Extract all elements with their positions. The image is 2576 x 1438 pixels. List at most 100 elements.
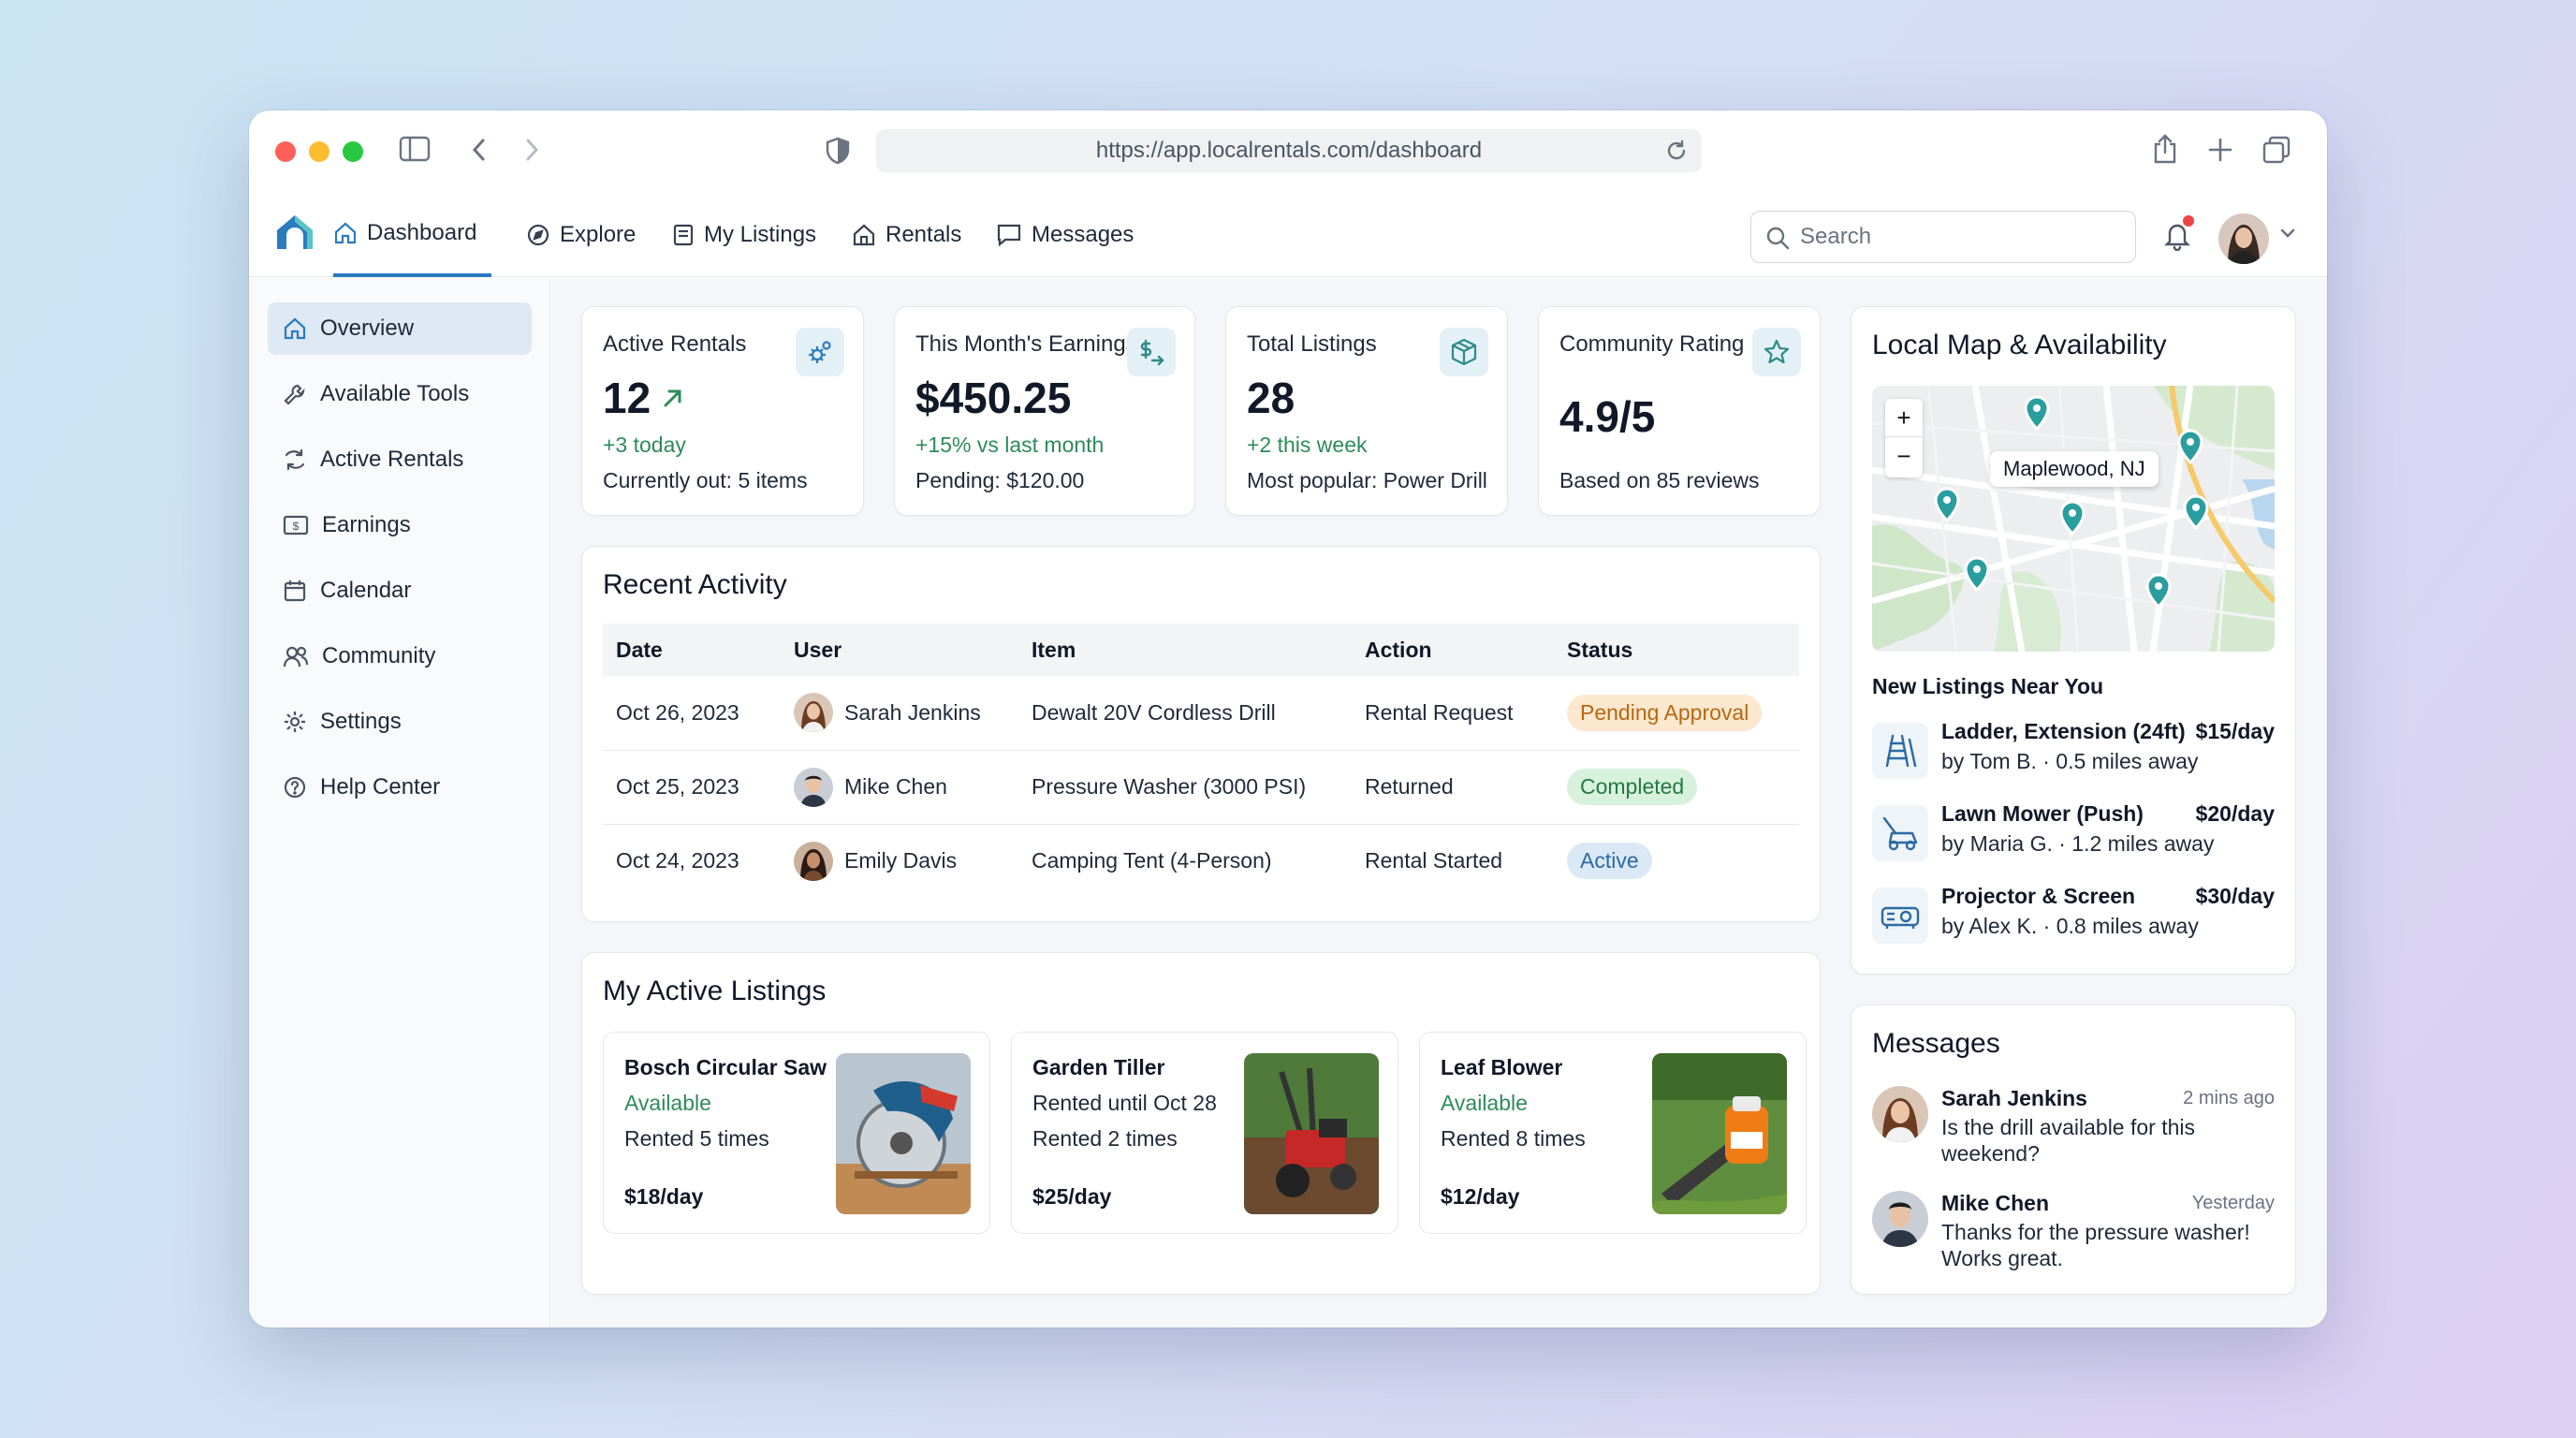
- stat-card-active-rentals[interactable]: Active Rentals 12 +3 today Currently out…: [581, 306, 864, 516]
- user-name: Sarah Jenkins: [844, 699, 981, 725]
- date-cell: Oct 26, 2023: [603, 676, 781, 751]
- user-cell: Mike Chen: [781, 750, 1018, 825]
- nav-my-listings[interactable]: My Listings: [672, 193, 816, 277]
- reload-icon[interactable]: [1664, 139, 1689, 169]
- stat-value-row: 28: [1247, 373, 1295, 423]
- app-logo[interactable]: [273, 212, 316, 259]
- close-window-button[interactable]: [275, 141, 296, 162]
- sidebar-item-available-tools[interactable]: Available Tools: [268, 368, 532, 420]
- nearby-listing-price: $30/day: [2195, 884, 2275, 908]
- notification-bell-icon[interactable]: [2162, 215, 2194, 256]
- listing-status: Available: [1441, 1091, 1528, 1115]
- sidebar-item-help-center[interactable]: Help Center: [268, 761, 532, 814]
- garden-tiller-photo: [1244, 1053, 1379, 1214]
- circular-saw-photo: [836, 1053, 971, 1214]
- sidebar-item-community[interactable]: Community: [268, 630, 532, 682]
- new-tab-icon[interactable]: [2207, 137, 2233, 163]
- table-row[interactable]: Oct 24, 2023 Emily Davis Camping Tent (4…: [603, 824, 1799, 898]
- nav-rentals[interactable]: Rentals: [852, 193, 961, 277]
- sidebar-item-earnings[interactable]: $ Earnings: [268, 499, 532, 551]
- forward-icon[interactable]: [522, 137, 541, 163]
- listing-card[interactable]: Leaf Blower Available Rented 8 times $12…: [1419, 1032, 1807, 1234]
- stat-card-earnings[interactable]: This Month's Earnings $450.25 +15% vs la…: [894, 306, 1195, 516]
- search-input[interactable]: Search: [1750, 211, 2136, 263]
- stat-label: Community Rating: [1559, 331, 1745, 357]
- column-header: Item: [1032, 637, 1076, 662]
- user-avatar: [794, 841, 833, 881]
- table-row[interactable]: Oct 26, 2023 Sarah Jenkins Dewalt 20V Co…: [603, 676, 1799, 751]
- zoom-in-button[interactable]: +: [1885, 399, 1923, 437]
- gear-share-icon: [796, 328, 844, 376]
- window-controls: [275, 141, 363, 162]
- stat-label: Total Listings: [1247, 331, 1377, 357]
- maximize-window-button[interactable]: [343, 141, 363, 162]
- nearby-listing-item[interactable]: Ladder, Extension (24ft) by Tom B. · 0.5…: [1872, 715, 2275, 786]
- chat-icon: [997, 224, 1021, 247]
- listing-rented-count: Rented 5 times: [624, 1126, 769, 1151]
- minimize-window-button[interactable]: [309, 141, 329, 162]
- sidebar-item-settings[interactable]: Settings: [268, 696, 532, 748]
- back-icon[interactable]: [470, 137, 489, 163]
- stat-card-community-rating[interactable]: Community Rating 4.9/5 Based on 85 revie…: [1538, 306, 1821, 516]
- new-listings-heading: New Listings Near You: [1872, 674, 2104, 698]
- nearby-listing-name: Projector & Screen: [1941, 884, 2136, 908]
- sidebar-item-overview[interactable]: Overview: [268, 302, 532, 355]
- star-icon: [1752, 328, 1801, 376]
- tabs-overview-icon[interactable]: [2261, 135, 2291, 165]
- sidebar-item-label: Earnings: [322, 512, 411, 537]
- sidebar-item-label: Available Tools: [320, 381, 470, 406]
- home-icon: [284, 317, 306, 340]
- status-cell: Pending Approval: [1554, 676, 1799, 751]
- listing-card[interactable]: Bosch Circular Saw Available Rented 5 ti…: [603, 1032, 990, 1234]
- sidebar-item-label: Help Center: [320, 774, 441, 800]
- nearby-listing-price: $20/day: [2195, 801, 2275, 826]
- stat-card-total-listings[interactable]: Total Listings 28 +2 this week Most popu…: [1225, 306, 1508, 516]
- stat-label: Active Rentals: [603, 331, 747, 357]
- user-avatar[interactable]: [2218, 213, 2269, 264]
- user-cell: Emily Davis: [781, 824, 1018, 898]
- nav-explore[interactable]: Explore: [526, 193, 636, 277]
- stat-value-row: 4.9/5: [1559, 391, 1655, 442]
- message-time: Yesterday: [2191, 1193, 2275, 1213]
- chevron-down-icon[interactable]: [2278, 227, 2297, 244]
- message-item[interactable]: Sarah Jenkins 2 mins ago Is the drill av…: [1872, 1086, 2275, 1180]
- sidebar-toggle-icon[interactable]: [399, 135, 431, 163]
- section-title: Recent Activity: [603, 569, 787, 600]
- shield-icon[interactable]: [826, 137, 850, 165]
- nearby-listing-item[interactable]: Projector & Screen by Alex K. · 0.8 mile…: [1872, 880, 2275, 951]
- nav-dashboard[interactable]: Dashboard: [333, 193, 492, 277]
- zoom-out-button[interactable]: −: [1885, 437, 1923, 475]
- date-cell: Oct 25, 2023: [603, 750, 781, 825]
- local-map-card: Local Map & Availability + − Maplewood, …: [1851, 306, 2296, 975]
- message-time: 2 mins ago: [2183, 1088, 2275, 1108]
- trend-up-icon: [664, 389, 681, 407]
- gear-icon: [285, 712, 305, 732]
- item-cell: Pressure Washer (3000 PSI): [1018, 750, 1352, 825]
- map-location-tooltip: Maplewood, NJ: [1990, 451, 2159, 487]
- browser-window: https://app.localrentals.com/dashboard D…: [249, 110, 2327, 1328]
- listing-name: Bosch Circular Saw: [624, 1055, 827, 1079]
- address-bar[interactable]: https://app.localrentals.com/dashboard: [876, 129, 1702, 172]
- sidebar-item-calendar[interactable]: Calendar: [268, 565, 532, 617]
- column-header: Date: [616, 637, 663, 662]
- status-badge: Pending Approval: [1567, 694, 1763, 731]
- message-item[interactable]: Mike Chen Yesterday Thanks for the press…: [1872, 1191, 2275, 1284]
- nav-messages[interactable]: Messages: [996, 193, 1134, 277]
- stat-delta: +2 this week: [1247, 433, 1368, 457]
- item-cell: Camping Tent (4-Person): [1032, 848, 1272, 873]
- share-icon[interactable]: [2151, 133, 2179, 165]
- help-icon: [284, 776, 306, 799]
- listing-name: Garden Tiller: [1032, 1055, 1165, 1079]
- projector-icon: [1872, 888, 1928, 944]
- nearby-listing-item[interactable]: Lawn Mower (Push) by Maria G. · 1.2 mile…: [1872, 798, 2275, 869]
- table-row[interactable]: Oct 25, 2023 Mike Chen Pressure Washer (…: [603, 750, 1799, 825]
- listing-status: Rented until Oct 28: [1032, 1091, 1217, 1115]
- local-map[interactable]: + − Maplewood, NJ: [1872, 386, 2275, 652]
- sidebar-item-active-rentals[interactable]: Active Rentals: [268, 433, 532, 486]
- app-header: Dashboard Explore My Listings Rentals Me…: [249, 193, 2327, 277]
- status-cell: Completed: [1554, 750, 1799, 825]
- map-canvas: [1872, 386, 2275, 652]
- listing-card[interactable]: Garden Tiller Rented until Oct 28 Rented…: [1011, 1032, 1398, 1234]
- listing-price: $12/day: [1441, 1184, 1520, 1209]
- nav-label: Rentals: [886, 222, 962, 247]
